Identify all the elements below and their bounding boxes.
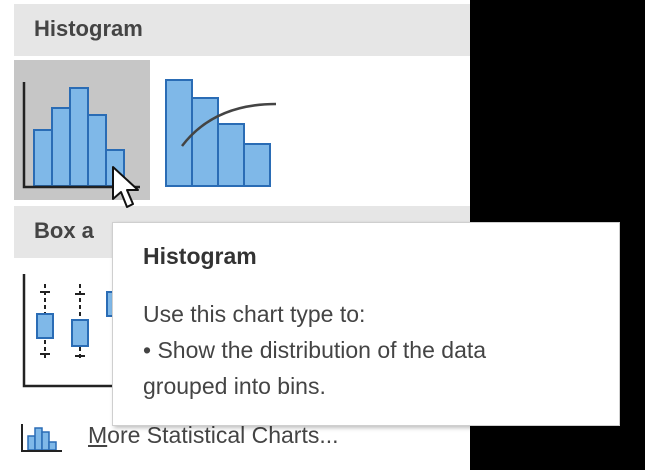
box-whisker-section-title: Box a bbox=[34, 218, 94, 243]
tooltip-line-2: • Show the distribution of the data bbox=[143, 337, 487, 363]
histogram-tooltip: Histogram Use this chart type to: • Show… bbox=[112, 222, 620, 426]
histogram-section-header: Histogram bbox=[14, 4, 470, 56]
mouse-cursor-icon bbox=[112, 166, 139, 208]
histogram-section-title: Histogram bbox=[34, 16, 143, 41]
tooltip-title: Histogram bbox=[143, 243, 257, 269]
tooltip-line-1: Use this chart type to: bbox=[143, 301, 366, 327]
pareto-chart-button[interactable] bbox=[154, 60, 290, 200]
more-statistical-charts-label: More Statistical Charts... bbox=[88, 422, 339, 448]
pareto-chart-icon bbox=[165, 79, 277, 187]
statistical-chart-icon bbox=[21, 424, 62, 452]
tooltip-line-3: grouped into bins. bbox=[143, 373, 326, 399]
